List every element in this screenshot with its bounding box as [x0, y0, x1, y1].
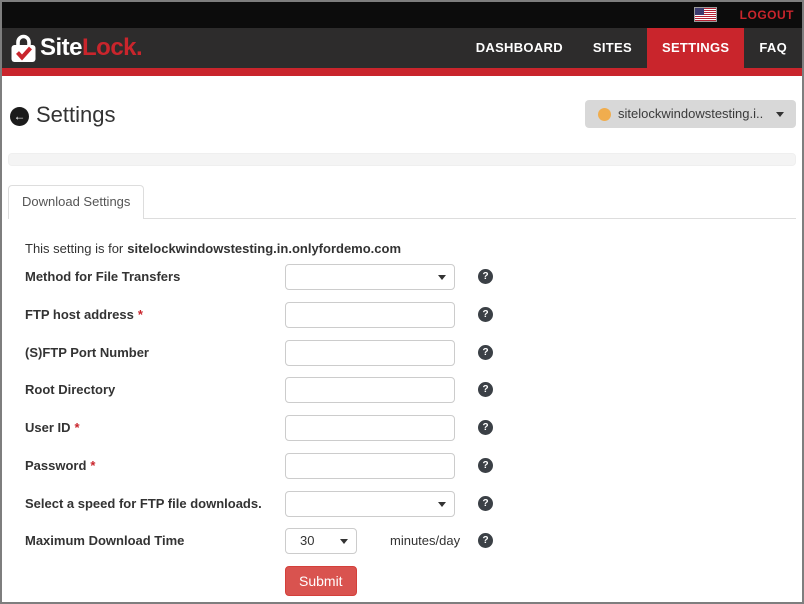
root-directory-input[interactable] [285, 377, 455, 403]
red-divider-bar [2, 68, 802, 76]
page-title: Settings [36, 102, 116, 128]
ftp-host-address-input[interactable] [285, 302, 455, 328]
help-icon[interactable]: ? [478, 345, 493, 360]
form-row-user-id: User ID* ? [25, 414, 785, 442]
help-icon[interactable]: ? [478, 496, 493, 511]
nav-settings[interactable]: SETTINGS [647, 28, 744, 68]
chevron-down-icon [340, 539, 348, 544]
form-row-method: Method for File Transfers ? [25, 263, 785, 291]
nav-faq[interactable]: FAQ [744, 28, 802, 68]
field-label: Root Directory [25, 376, 115, 404]
site-domain: sitelockwindowstesting.in.onlyfordemo.co… [127, 241, 401, 256]
field-label: Select a speed for FTP file downloads. [25, 490, 262, 518]
required-marker: * [138, 307, 143, 322]
form-row-port: (S)FTP Port Number ? [25, 339, 785, 367]
nav-sites[interactable]: SITES [578, 28, 647, 68]
field-label: Password* [25, 452, 95, 480]
sftp-port-number-input[interactable] [285, 340, 455, 366]
field-label: Maximum Download Time [25, 527, 184, 555]
logout-link[interactable]: LOGOUT [740, 2, 794, 28]
help-icon[interactable]: ? [478, 533, 493, 548]
field-label: (S)FTP Port Number [25, 339, 149, 367]
field-label: Method for File Transfers [25, 263, 180, 291]
form-row-root-directory: Root Directory ? [25, 376, 785, 404]
tab-underline [135, 218, 796, 219]
progress-strip [8, 153, 796, 166]
user-id-input[interactable] [285, 415, 455, 441]
method-for-file-transfers-select[interactable] [285, 264, 455, 290]
form-row-max-download-time: Maximum Download Time 30 minutes/day ? [25, 527, 785, 555]
submit-button[interactable]: Submit [285, 566, 357, 596]
chevron-down-icon [776, 112, 784, 117]
padlock-icon [10, 33, 37, 64]
site-status-dot-icon [598, 108, 611, 121]
intro-text: This setting is forsitelockwindowstestin… [25, 241, 401, 256]
logo-wordmark: SiteLock. [40, 28, 142, 68]
max-download-time-select[interactable]: 30 [285, 528, 357, 554]
site-selector-value: sitelockwindowstesting.i.. [618, 100, 763, 128]
form-row-speed: Select a speed for FTP file downloads. ? [25, 490, 785, 518]
field-label: FTP host address* [25, 301, 143, 329]
help-icon[interactable]: ? [478, 420, 493, 435]
us-flag-canton [695, 8, 704, 15]
form-row-password: Password* ? [25, 452, 785, 480]
chevron-down-icon [438, 275, 446, 280]
top-utility-bar: LOGOUT [2, 2, 802, 28]
required-marker: * [75, 420, 80, 435]
help-icon[interactable]: ? [478, 458, 493, 473]
sitelock-settings-window: LOGOUT SiteLock. DASHBOARD SITES SETTING… [0, 0, 804, 604]
download-speed-select[interactable] [285, 491, 455, 517]
field-label: User ID* [25, 414, 80, 442]
main-header: SiteLock. DASHBOARD SITES SETTINGS FAQ [2, 28, 802, 68]
chevron-down-icon [438, 502, 446, 507]
form-row-ftp-host: FTP host address* ? [25, 301, 785, 329]
us-flag-icon[interactable] [695, 8, 716, 21]
required-marker: * [90, 458, 95, 473]
help-icon[interactable]: ? [478, 307, 493, 322]
nav-dashboard[interactable]: DASHBOARD [461, 28, 578, 68]
back-button[interactable]: ← [10, 107, 29, 126]
main-nav: DASHBOARD SITES SETTINGS FAQ [461, 28, 802, 68]
tab-download-settings[interactable]: Download Settings [8, 185, 144, 219]
help-icon[interactable]: ? [478, 269, 493, 284]
site-selector-dropdown[interactable]: sitelockwindowstesting.i.. [585, 100, 796, 128]
help-icon[interactable]: ? [478, 382, 493, 397]
units-label: minutes/day [390, 527, 460, 555]
sitelock-logo[interactable]: SiteLock. [10, 28, 142, 68]
password-input[interactable] [285, 453, 455, 479]
